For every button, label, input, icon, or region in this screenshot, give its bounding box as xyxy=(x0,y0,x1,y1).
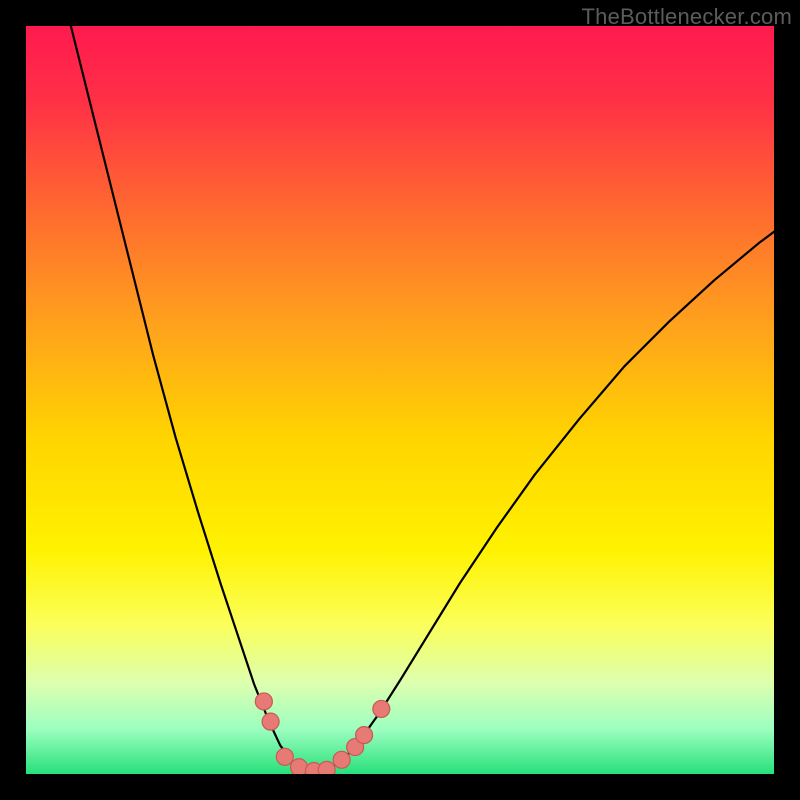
chart-frame xyxy=(26,26,774,774)
gradient-background xyxy=(26,26,774,774)
bottleneck-chart xyxy=(26,26,774,774)
curve-marker xyxy=(276,748,293,765)
curve-marker xyxy=(333,751,350,768)
curve-marker xyxy=(262,713,279,730)
curve-marker xyxy=(255,693,272,710)
curve-marker xyxy=(356,727,373,744)
curve-marker xyxy=(318,761,335,774)
curve-marker xyxy=(373,700,390,717)
